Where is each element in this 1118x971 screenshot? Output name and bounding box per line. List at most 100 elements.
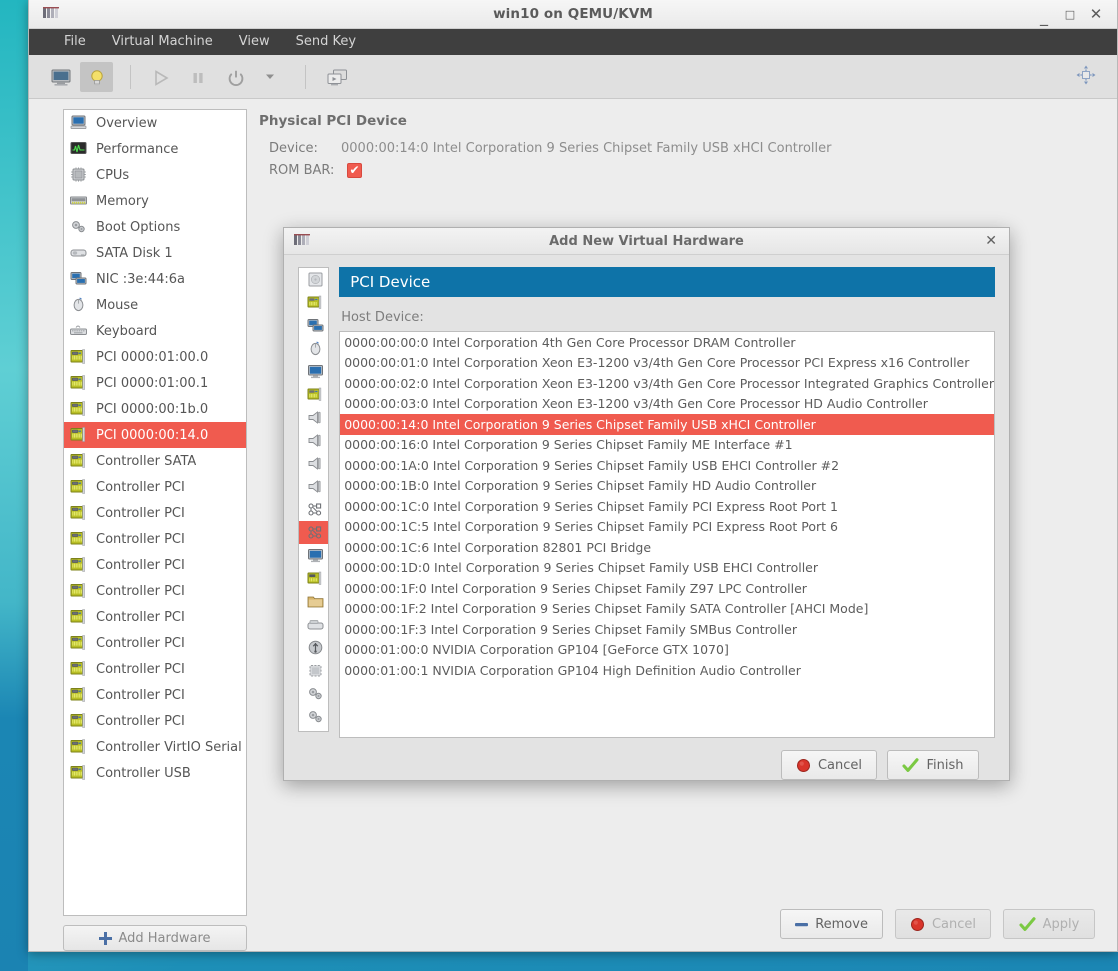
category-sound[interactable]: Sound xyxy=(299,383,328,406)
category-serial[interactable]: Serial xyxy=(299,406,328,429)
sidebar-item-sata-disk-1[interactable]: SATA Disk 1 xyxy=(64,240,246,266)
host-device-row[interactable]: 0000:00:1F:3 Intel Corporation 9 Series … xyxy=(340,619,994,640)
category-rng[interactable]: RNG xyxy=(299,682,328,705)
window-title: win10 on QEMU/KVM xyxy=(493,6,653,22)
pause-button[interactable] xyxy=(181,62,214,92)
host-device-row[interactable]: 0000:00:1F:2 Intel Corporation 9 Series … xyxy=(340,599,994,620)
sidebar-item-controller-pci[interactable]: Controller PCI xyxy=(64,682,246,708)
category-usb-redirection[interactable]: USB Redirection xyxy=(299,636,328,659)
host-device-label-text: 0000:01:00:0 NVIDIA Corporation GP104 [G… xyxy=(344,642,729,658)
hardware-category-list[interactable]: StorageControllerNetworkInputGraphicsSou… xyxy=(298,267,330,732)
host-device-row[interactable]: 0000:00:16:0 Intel Corporation 9 Series … xyxy=(340,435,994,456)
host-device-list[interactable]: 0000:00:00:0 Intel Corporation 4th Gen C… xyxy=(339,331,995,738)
host-device-label: Host Device: xyxy=(341,310,424,325)
host-device-row[interactable]: 0000:00:02:0 Intel Corporation Xeon E3-1… xyxy=(340,373,994,394)
sidebar-item-controller-sata[interactable]: Controller SATA xyxy=(64,448,246,474)
category-channel[interactable]: Channel xyxy=(299,475,328,498)
sidebar-item-controller-pci[interactable]: Controller PCI xyxy=(64,474,246,500)
remove-button[interactable]: Remove xyxy=(780,909,883,939)
gears-icon xyxy=(307,686,325,702)
apply-button-label: Apply xyxy=(1042,916,1080,932)
sidebar-item-overview[interactable]: Overview xyxy=(64,110,246,136)
host-device-row[interactable]: 0000:00:1F:0 Intel Corporation 9 Series … xyxy=(340,578,994,599)
hardware-list[interactable]: Overview Performance CPUs Memory Boot Option… xyxy=(63,109,247,916)
category-controller[interactable]: Controller xyxy=(299,291,328,314)
sidebar-item-memory[interactable]: Memory xyxy=(64,188,246,214)
host-device-label-text: 0000:01:00:1 NVIDIA Corporation GP104 Hi… xyxy=(344,662,801,678)
sidebar-item-controller-pci[interactable]: Controller PCI xyxy=(64,630,246,656)
category-filesystem[interactable]: Filesystem xyxy=(299,590,328,613)
close-button[interactable]: ✕ xyxy=(1089,6,1103,22)
host-device-row[interactable]: 0000:01:00:1 NVIDIA Corporation GP104 Hi… xyxy=(340,660,994,681)
pci-card-icon xyxy=(70,713,88,729)
host-device-row[interactable]: 0000:00:00:0 Intel Corporation 4th Gen C… xyxy=(340,332,994,353)
serial-port-icon xyxy=(307,456,325,472)
fullscreen-arrows-icon[interactable] xyxy=(1075,64,1097,90)
sidebar-item-mouse[interactable]: Mouse xyxy=(64,292,246,318)
sidebar-item-keyboard[interactable]: Keyboard xyxy=(64,318,246,344)
category-network[interactable]: Network xyxy=(299,314,328,337)
sidebar-item-controller-pci[interactable]: Controller PCI xyxy=(64,500,246,526)
host-device-row[interactable]: 0000:00:01:0 Intel Corporation Xeon E3-1… xyxy=(340,353,994,374)
sidebar-item-controller-pci[interactable]: Controller PCI xyxy=(64,604,246,630)
sidebar-item-controller-usb[interactable]: Controller USB xyxy=(64,760,246,786)
sidebar-item-controller-pci[interactable]: Controller PCI xyxy=(64,526,246,552)
sidebar-item-pci-0000-01-00-1[interactable]: PCI 0000:01:00.1 xyxy=(64,370,246,396)
menu-view[interactable]: View xyxy=(226,29,283,55)
category-smartcard[interactable]: Smartcard xyxy=(299,613,328,636)
maximize-button[interactable]: □ xyxy=(1063,9,1077,20)
host-device-row[interactable]: 0000:00:1A:0 Intel Corporation 9 Series … xyxy=(340,455,994,476)
sidebar-item-controller-pci[interactable]: Controller PCI xyxy=(64,708,246,734)
sidebar-item-pci-0000-00-14-0[interactable]: PCI 0000:00:14.0 xyxy=(64,422,246,448)
add-hardware-button[interactable]: Add Hardware xyxy=(63,925,247,951)
show-console-button[interactable] xyxy=(43,62,76,92)
category-usb-host-device[interactable]: USB Host Device xyxy=(299,498,328,521)
host-device-row[interactable]: 0000:00:1C:6 Intel Corporation 82801 PCI… xyxy=(340,537,994,558)
category-parallel[interactable]: Parallel xyxy=(299,429,328,452)
host-device-row[interactable]: 0000:00:1C:5 Intel Corporation 9 Series … xyxy=(340,517,994,538)
sidebar-item-controller-pci[interactable]: Controller PCI xyxy=(64,552,246,578)
run-button[interactable] xyxy=(144,62,177,92)
host-device-row[interactable]: 0000:00:03:0 Intel Corporation Xeon E3-1… xyxy=(340,394,994,415)
cancel-button-label: Cancel xyxy=(931,916,976,932)
rom-bar-checkbox[interactable]: ✔ xyxy=(347,162,362,178)
category-console[interactable]: Console xyxy=(299,452,328,475)
shutdown-button[interactable] xyxy=(218,62,251,92)
category-pci-host-device[interactable]: PCI Host Device xyxy=(299,521,329,544)
sidebar-item-performance[interactable]: Performance xyxy=(64,136,246,162)
pci-card-icon xyxy=(70,531,88,547)
watchdog-icon xyxy=(307,571,325,587)
sidebar-item-boot-options[interactable]: Boot Options xyxy=(64,214,246,240)
category-panic-notifier[interactable]: Panic Notifier xyxy=(299,705,328,728)
show-details-button[interactable] xyxy=(80,61,113,92)
sidebar-item-pci-0000-00-1b-0[interactable]: PCI 0000:00:1b.0 xyxy=(64,396,246,422)
sidebar-item-controller-pci[interactable]: Controller PCI xyxy=(64,578,246,604)
menu-virtual-machine[interactable]: Virtual Machine xyxy=(99,29,226,55)
category-storage[interactable]: Storage xyxy=(299,268,328,291)
category-graphics[interactable]: Graphics xyxy=(299,360,328,383)
sidebar-item-controller-pci[interactable]: Controller PCI xyxy=(64,656,246,682)
snapshots-button[interactable] xyxy=(319,62,352,92)
minimize-button[interactable]: _ xyxy=(1037,9,1051,25)
host-device-row[interactable]: 0000:01:00:0 NVIDIA Corporation GP104 [G… xyxy=(340,640,994,661)
host-device-row[interactable]: 0000:00:14:0 Intel Corporation 9 Series … xyxy=(340,414,994,435)
category-input[interactable]: Input xyxy=(299,337,328,360)
sidebar-item-nic-3e-44-6a[interactable]: NIC :3e:44:6a xyxy=(64,266,246,292)
category-watchdog[interactable]: Watchdog xyxy=(299,567,328,590)
host-device-row[interactable]: 0000:00:1B:0 Intel Corporation 9 Series … xyxy=(340,476,994,497)
sidebar-item-label: CPUs xyxy=(96,167,130,183)
host-device-row[interactable]: 0000:00:1C:0 Intel Corporation 9 Series … xyxy=(340,496,994,517)
category-tpm[interactable]: TPM xyxy=(299,659,328,682)
menu-file[interactable]: File xyxy=(51,29,99,55)
dialog-finish-button[interactable]: Finish xyxy=(887,750,979,780)
dialog-cancel-button[interactable]: Cancel xyxy=(780,750,877,780)
sidebar-item-pci-0000-01-00-0[interactable]: PCI 0000:01:00.0 xyxy=(64,344,246,370)
sidebar-item-cpus[interactable]: CPUs xyxy=(64,162,246,188)
sidebar-item-controller-virtio-serial[interactable]: Controller VirtIO Serial xyxy=(64,734,246,760)
category-video[interactable]: Video xyxy=(299,544,328,567)
host-device-row[interactable]: 0000:00:1D:0 Intel Corporation 9 Series … xyxy=(340,558,994,579)
menu-send-key[interactable]: Send Key xyxy=(283,29,369,55)
host-device-label-text: 0000:00:14:0 Intel Corporation 9 Series … xyxy=(344,416,816,432)
network-icon xyxy=(307,318,325,334)
shutdown-menu-button[interactable] xyxy=(255,62,288,92)
